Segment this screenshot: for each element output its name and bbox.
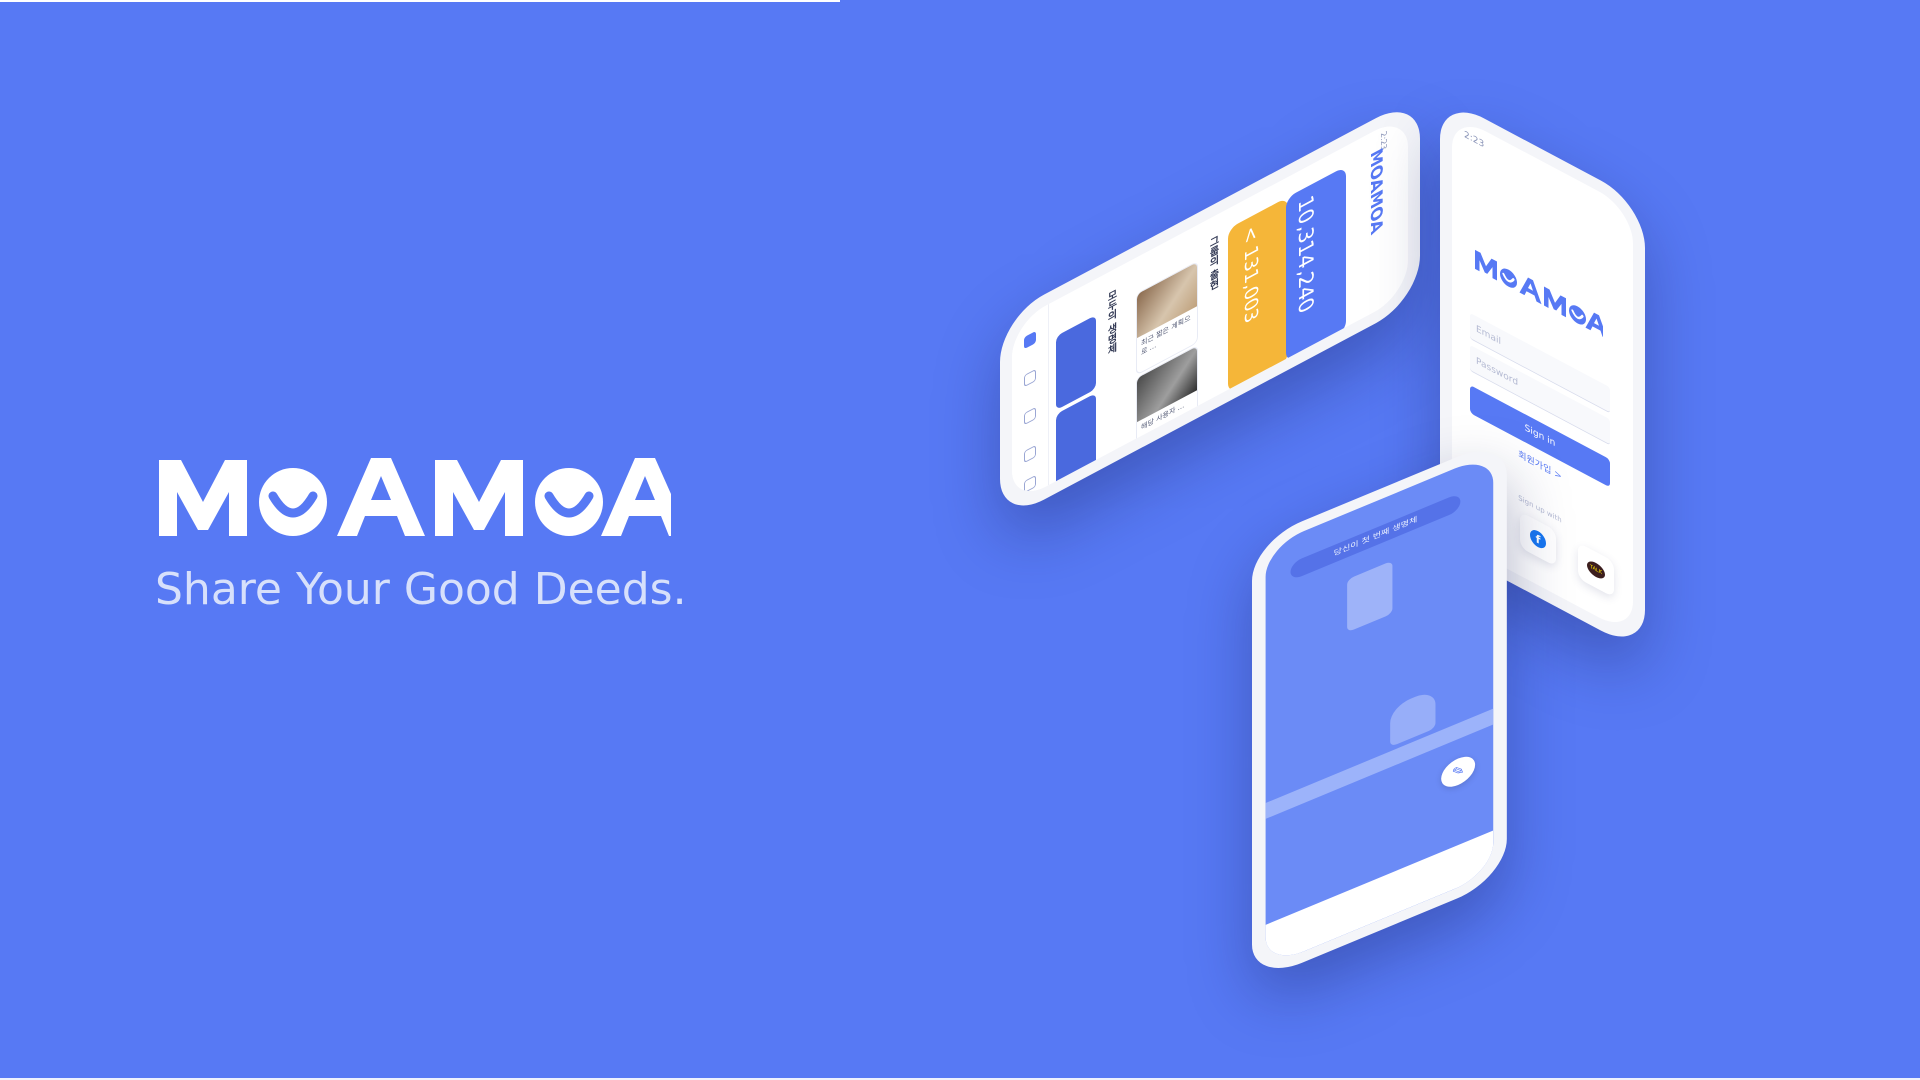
- group-section-title: 모두의 생명체: [1105, 288, 1116, 358]
- moamoa-logo-icon: [159, 458, 671, 536]
- settings-nav-icon[interactable]: [1024, 474, 1036, 494]
- group-card[interactable]: [1056, 392, 1096, 489]
- brand-logo: [155, 450, 687, 540]
- top-divider: [0, 0, 840, 2]
- home-screen: 모두의 생명체 최근 짧은 계획으로 ... 해당 사용자 ... 그룹의 출현…: [1012, 113, 1408, 505]
- write-nav-icon[interactable]: [1024, 368, 1036, 388]
- list-nav-icon[interactable]: [1024, 406, 1036, 426]
- news-section-title: 그룹의 출현: [1207, 234, 1218, 294]
- home-nav-icon[interactable]: [1024, 330, 1036, 350]
- my-count-card: < 131,003: [1228, 196, 1288, 394]
- facebook-icon: f: [1530, 526, 1546, 552]
- brand-block: Share Your Good Deeds.: [155, 450, 687, 615]
- facebook-login-button[interactable]: f: [1520, 511, 1556, 567]
- home-logo: MOAMOA: [1367, 144, 1386, 238]
- pencil-icon[interactable]: ✎: [1441, 751, 1476, 793]
- status-time: 2:23: [1464, 129, 1485, 151]
- my-count-value: < 131,003: [1240, 221, 1261, 328]
- kakao-icon: TALK: [1587, 558, 1605, 582]
- total-count-card: 10,314,240: [1286, 166, 1346, 363]
- phone-home-mockup: 모두의 생명체 최근 짧은 계획으로 ... 해당 사용자 ... 그룹의 출현…: [1000, 94, 1420, 523]
- jar-illustration: [1347, 560, 1393, 633]
- hero-canvas: Share Your Good Deeds. 모두의 생명체 최근 짧은 계획으…: [0, 0, 1920, 1080]
- home-header: 2:23 MOAMOA: [1358, 120, 1394, 321]
- jar-bottom-nav: [1265, 830, 1494, 968]
- total-count-value: 10,314,240: [1294, 190, 1318, 319]
- brand-tagline: Share Your Good Deeds.: [155, 564, 687, 615]
- phone-jar-mockup: 당신이 첫 번째 생명체 ✎: [1252, 436, 1507, 984]
- group-nav-icon[interactable]: [1024, 444, 1036, 464]
- jar-screen: 당신이 첫 번째 생명체 ✎: [1265, 452, 1494, 968]
- kakao-login-button[interactable]: TALK: [1578, 542, 1614, 598]
- home-bottom-nav: [1012, 303, 1049, 505]
